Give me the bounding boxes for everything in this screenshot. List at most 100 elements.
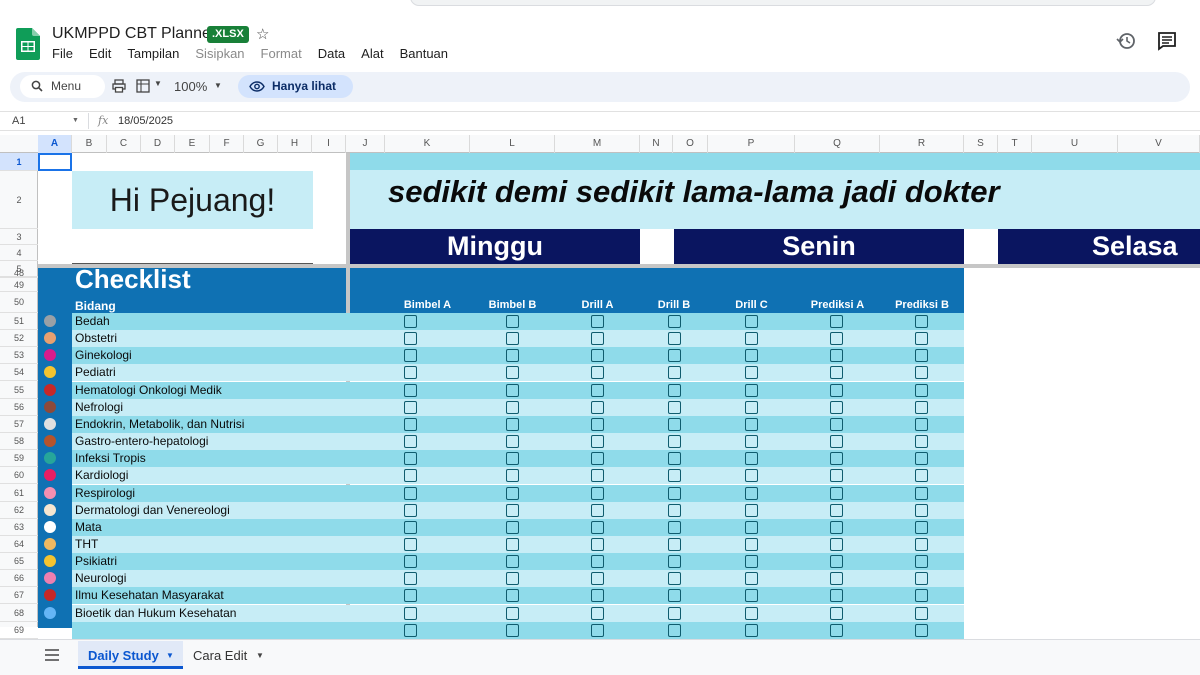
history-icon[interactable]	[1116, 31, 1136, 51]
column-header-g[interactable]: G	[244, 135, 278, 153]
checkbox-prediksi-b[interactable]	[915, 589, 928, 603]
chevron-down-icon[interactable]: ▼	[72, 117, 79, 124]
column-header-j[interactable]: J	[346, 135, 385, 153]
checkbox-drill-c[interactable]	[745, 589, 758, 603]
checkbox-prediksi-b[interactable]	[915, 537, 928, 551]
checkbox-drill-c[interactable]	[745, 400, 758, 414]
row-header-50[interactable]: 50	[0, 292, 38, 313]
row-header-2[interactable]: 2	[0, 171, 38, 229]
row-header-63[interactable]: 63	[0, 519, 38, 536]
menu-item-sisipkan[interactable]: Sisipkan	[187, 46, 252, 62]
checkbox-bimbel-b[interactable]	[506, 435, 519, 449]
checkbox-bimbel-a[interactable]	[404, 349, 417, 363]
checkbox-bimbel-b[interactable]	[506, 555, 519, 569]
chevron-down-icon[interactable]: ▼	[214, 81, 222, 90]
row-header-57[interactable]: 57	[0, 416, 38, 433]
row-header-61[interactable]: 61	[0, 485, 38, 502]
row-header-62[interactable]: 62	[0, 502, 38, 519]
column-header-o[interactable]: O	[673, 135, 708, 153]
checkbox-drill-a[interactable]	[591, 572, 604, 586]
column-header-q[interactable]: Q	[795, 135, 880, 153]
checkbox-drill-c[interactable]	[745, 383, 758, 397]
paint-format-icon[interactable]	[136, 79, 150, 93]
checkbox-drill-c[interactable]	[745, 315, 758, 328]
checkbox-drill-b[interactable]	[668, 589, 681, 603]
row-header-68[interactable]: 68	[0, 605, 38, 622]
frozen-row-divider[interactable]	[38, 264, 1200, 268]
checkbox-drill-b[interactable]	[668, 417, 681, 431]
checkbox-drill-c[interactable]	[745, 417, 758, 431]
checkbox-drill-a[interactable]	[591, 349, 604, 363]
column-header-u[interactable]: U	[1032, 135, 1118, 153]
column-header-s[interactable]: S	[964, 135, 998, 153]
checkbox-bimbel-a[interactable]	[404, 383, 417, 397]
row-header-49[interactable]: 49	[0, 278, 38, 292]
checkbox-drill-b[interactable]	[668, 555, 681, 569]
checkbox-bimbel-b[interactable]	[506, 417, 519, 431]
checkbox-drill-a[interactable]	[591, 537, 604, 551]
checkbox-prediksi-a[interactable]	[830, 520, 843, 534]
checkbox-drill-c[interactable]	[745, 503, 758, 517]
checkbox-bimbel-a[interactable]	[404, 589, 417, 603]
checkbox-bimbel-b[interactable]	[506, 589, 519, 603]
checkbox-drill-c[interactable]	[745, 435, 758, 449]
row-header-66[interactable]: 66	[0, 570, 38, 588]
checkbox-drill-b[interactable]	[668, 332, 681, 346]
row-header-53[interactable]: 53	[0, 347, 38, 365]
checkbox-bimbel-a[interactable]	[404, 486, 417, 500]
column-header-f[interactable]: F	[210, 135, 244, 153]
menu-item-format[interactable]: Format	[253, 46, 310, 62]
checkbox-bimbel-a[interactable]	[404, 400, 417, 414]
checkbox-prediksi-b[interactable]	[915, 503, 928, 517]
checkbox-drill-a[interactable]	[591, 520, 604, 534]
checkbox-drill-a[interactable]	[591, 452, 604, 466]
row-header-52[interactable]: 52	[0, 330, 38, 348]
sheets-logo-icon[interactable]	[16, 28, 40, 60]
checkbox-drill-a[interactable]	[591, 366, 604, 380]
menu-item-edit[interactable]: Edit	[81, 46, 119, 62]
checkbox-bimbel-b[interactable]	[506, 503, 519, 517]
row-header-55[interactable]: 55	[0, 382, 38, 399]
row-header-65[interactable]: 65	[0, 553, 38, 571]
menu-item-data[interactable]: Data	[310, 46, 353, 62]
print-icon[interactable]	[112, 79, 126, 93]
checkbox-drill-a[interactable]	[591, 555, 604, 569]
checkbox-prediksi-a[interactable]	[830, 589, 843, 603]
checkbox-prediksi-a[interactable]	[830, 349, 843, 363]
checkbox-prediksi-b[interactable]	[915, 623, 928, 637]
checkbox-prediksi-b[interactable]	[915, 417, 928, 431]
comment-icon[interactable]	[1157, 31, 1177, 51]
checkbox-drill-b[interactable]	[668, 349, 681, 363]
row-header-4[interactable]: 4	[0, 245, 38, 261]
row-header-67[interactable]: 67	[0, 587, 38, 605]
checkbox-drill-c[interactable]	[745, 537, 758, 551]
checkbox-prediksi-b[interactable]	[915, 452, 928, 466]
checkbox-prediksi-b[interactable]	[915, 366, 928, 380]
row-header-60[interactable]: 60	[0, 467, 38, 485]
checkbox-drill-c[interactable]	[745, 349, 758, 363]
checkbox-prediksi-a[interactable]	[830, 366, 843, 380]
checkbox-drill-c[interactable]	[745, 469, 758, 483]
checkbox-prediksi-b[interactable]	[915, 315, 928, 328]
column-header-a[interactable]: A	[38, 135, 72, 153]
checkbox-bimbel-a[interactable]	[404, 315, 417, 328]
tab-cara-edit[interactable]: Cara Edit	[193, 648, 247, 663]
checkbox-drill-c[interactable]	[745, 606, 758, 620]
checkbox-drill-c[interactable]	[745, 520, 758, 534]
checkbox-bimbel-a[interactable]	[404, 520, 417, 534]
checkbox-drill-b[interactable]	[668, 537, 681, 551]
column-header-h[interactable]: H	[278, 135, 312, 153]
column-header-r[interactable]: R	[880, 135, 964, 153]
checkbox-bimbel-a[interactable]	[404, 452, 417, 466]
checkbox-drill-a[interactable]	[591, 606, 604, 620]
checkbox-prediksi-a[interactable]	[830, 606, 843, 620]
checkbox-prediksi-b[interactable]	[915, 332, 928, 346]
checkbox-drill-b[interactable]	[668, 435, 681, 449]
checkbox-drill-c[interactable]	[745, 555, 758, 569]
name-box[interactable]: A1	[12, 115, 25, 127]
chevron-down-icon[interactable]: ▼	[166, 651, 174, 660]
checkbox-drill-b[interactable]	[668, 400, 681, 414]
checkbox-drill-b[interactable]	[668, 572, 681, 586]
checkbox-bimbel-b[interactable]	[506, 452, 519, 466]
checkbox-bimbel-b[interactable]	[506, 537, 519, 551]
